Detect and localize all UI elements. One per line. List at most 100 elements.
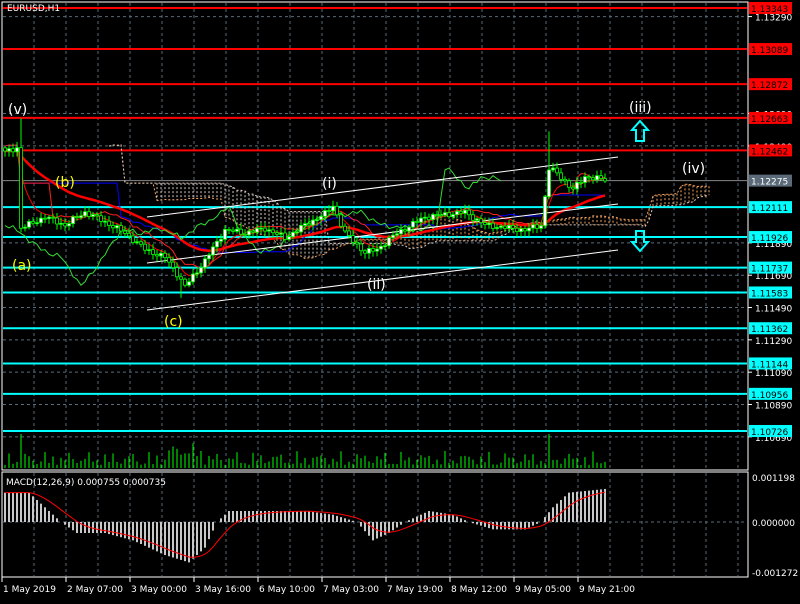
candle-body	[439, 214, 443, 217]
candle-body	[123, 230, 127, 234]
candle-body	[223, 228, 227, 240]
candle-body	[99, 215, 103, 222]
candle-body	[27, 221, 31, 228]
volume-bars	[4, 434, 606, 468]
macd-signal-line	[5, 491, 606, 558]
candle-body	[483, 222, 487, 226]
candle-body	[267, 229, 271, 232]
candle-body	[95, 214, 99, 217]
candle-body	[263, 227, 267, 232]
candle-body	[563, 178, 567, 182]
candle-body	[295, 231, 299, 234]
candle-body	[555, 167, 559, 174]
candle-body	[59, 222, 63, 225]
candle-body	[331, 205, 335, 212]
wave-label-b: (b)	[55, 175, 75, 191]
price-tick-label: 1.11090	[755, 369, 792, 379]
level-label: 1.12462	[751, 147, 788, 157]
candle-body	[31, 221, 35, 224]
candle-body	[539, 225, 543, 229]
candle-body	[259, 227, 263, 230]
wave-label-ii: (ii)	[367, 277, 386, 293]
level-label: 1.11144	[751, 360, 788, 370]
candle-body	[103, 220, 107, 223]
candle-body	[459, 210, 463, 214]
senkou-span-a	[108, 144, 709, 260]
candle-body	[119, 225, 123, 232]
candle-body	[551, 167, 555, 171]
time-label: 3 May 16:00	[195, 585, 251, 595]
price-tick-label: 1.11490	[755, 305, 792, 315]
candle-body	[195, 272, 199, 275]
candle-body	[571, 186, 575, 190]
candle-body	[115, 225, 119, 229]
candle-body	[399, 229, 403, 235]
macd-panel	[4, 488, 606, 563]
candle-body	[579, 181, 583, 184]
candle-body	[203, 258, 207, 269]
candle-body	[411, 221, 415, 228]
candle-body	[535, 224, 539, 229]
candle-body	[507, 225, 511, 229]
candle-body	[407, 226, 411, 232]
time-label: 7 May 03:00	[323, 585, 379, 595]
candle-body	[183, 278, 187, 286]
candle-body	[39, 217, 43, 224]
candle-body	[343, 225, 347, 232]
macd-axis-zero: 0.000000	[752, 519, 795, 529]
price-tick-label: 1.11290	[755, 337, 792, 347]
candle-body	[487, 222, 491, 226]
candle-body	[147, 249, 151, 252]
candle-body	[467, 209, 471, 216]
candle-body	[587, 176, 591, 179]
candle-body	[511, 225, 515, 229]
level-label: 1.11362	[751, 325, 788, 335]
horizontal-levels	[3, 7, 747, 433]
candle-body	[87, 211, 91, 217]
candle-body	[79, 215, 83, 219]
candle-body	[135, 241, 139, 244]
candle-body	[35, 222, 39, 225]
candle-body	[475, 218, 479, 221]
price-axis: 1.132901.126901.124901.118901.116901.114…	[748, 14, 792, 444]
candle-body	[63, 222, 67, 227]
candle-body	[559, 172, 563, 180]
candle-body	[491, 222, 495, 229]
candle-body	[435, 214, 439, 216]
candle-body	[395, 233, 399, 236]
macd-title: MACD(12,26,9) 0.000755 0.000735	[6, 478, 166, 488]
candle-body	[159, 252, 163, 257]
candle-body	[211, 246, 215, 256]
candle-body	[455, 210, 459, 216]
candle-body	[231, 229, 235, 232]
candle-body	[303, 223, 307, 226]
candle-body	[15, 147, 19, 153]
candle-body	[391, 234, 395, 239]
candle-body	[355, 241, 359, 245]
candle-body	[255, 227, 259, 233]
macd-axis: 0.001198 0.000000 -0.001272	[752, 474, 798, 579]
candle-body	[283, 232, 287, 240]
candle-body	[419, 217, 423, 223]
candle-body	[243, 233, 247, 236]
candle-body	[247, 230, 251, 236]
macd-axis-min: -0.001272	[752, 569, 798, 579]
candle-body	[291, 231, 295, 238]
candle-body	[531, 224, 535, 229]
level-label: 1.12872	[751, 81, 788, 91]
candle-body	[375, 248, 379, 252]
candle-body	[171, 261, 175, 268]
level-label: 1.10726	[751, 428, 788, 438]
candle-body	[287, 236, 291, 240]
level-label: 1.11926	[751, 234, 788, 244]
time-label: 1 May 2019	[3, 585, 56, 595]
candle-body	[23, 226, 27, 229]
price-chart[interactable]: (v) (a) (b) (c) (i) (ii) (iii) (iv) EURU…	[0, 0, 800, 600]
candle-body	[3, 147, 7, 152]
candle-body	[423, 216, 427, 219]
candle-body	[67, 223, 71, 227]
symbol-title: EURUSD,H1	[7, 4, 60, 14]
candle-body	[347, 230, 351, 236]
channel-middle-line[interactable]	[146, 203, 619, 264]
candle-body	[191, 273, 195, 283]
